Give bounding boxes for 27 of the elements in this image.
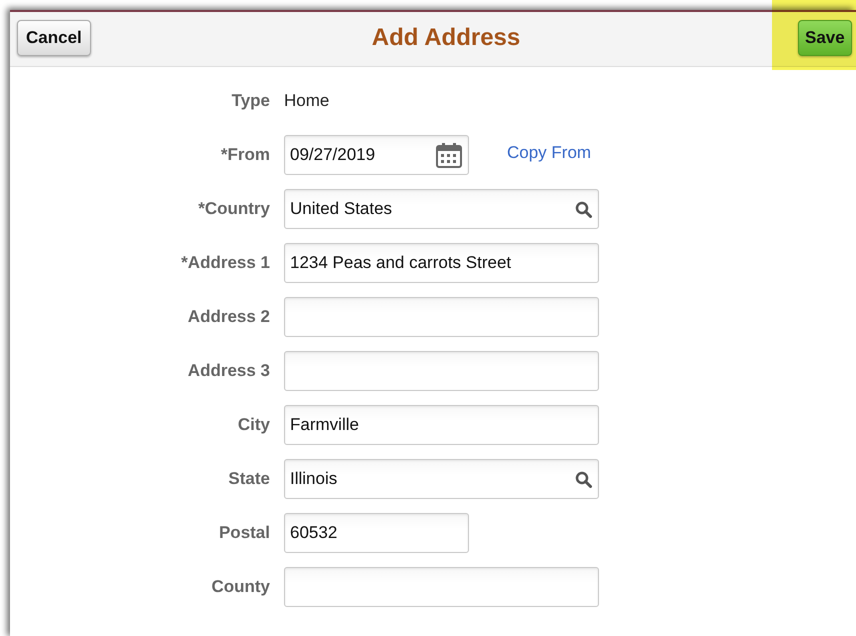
field-label: Address 3 [186, 361, 271, 381]
lookup-field[interactable]: United States [284, 189, 599, 229]
field-label: State [227, 469, 271, 489]
dialog-title: Add Address [370, 24, 522, 52]
field-label: Type [230, 91, 271, 111]
input-field[interactable] [284, 351, 599, 391]
save-button[interactable]: Save [798, 20, 852, 56]
lookup-field[interactable]: Illinois [284, 459, 599, 499]
input-field[interactable]: 1234 Peas and carrots Street [284, 243, 599, 283]
field-label: *Country [197, 199, 271, 219]
copy-link[interactable]: Copy From [507, 143, 592, 163]
cancel-button[interactable]: Cancel [17, 20, 91, 56]
input-field[interactable]: 60532 [284, 513, 469, 553]
search-icon[interactable] [575, 470, 592, 488]
calendar-icon[interactable] [436, 142, 462, 168]
field-label: *Address 1 [180, 253, 271, 273]
date-field[interactable]: 09/27/2019 [284, 135, 469, 175]
field-label: Address 2 [186, 307, 271, 327]
field-label: County [210, 577, 271, 597]
field-label: *From [220, 145, 271, 165]
search-icon[interactable] [575, 200, 592, 218]
field-value: Home [284, 91, 330, 111]
input-field[interactable] [284, 567, 599, 607]
field-label: City [236, 415, 271, 435]
field-label: Postal [218, 523, 271, 543]
input-field[interactable]: Farmville [284, 405, 599, 445]
input-field[interactable] [284, 297, 599, 337]
